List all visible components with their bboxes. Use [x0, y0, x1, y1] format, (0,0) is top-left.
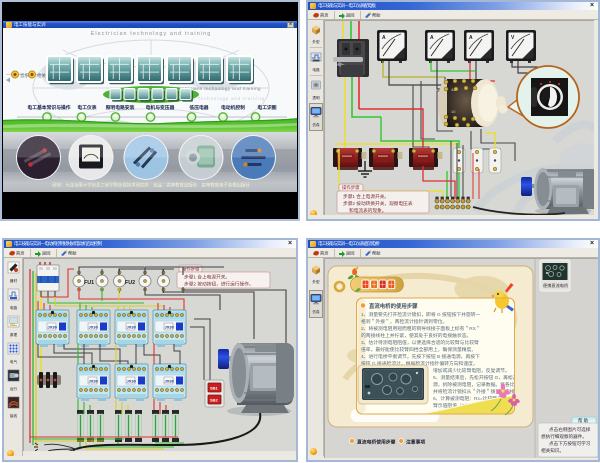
svg-text:Electrician technology and tra: Electrician technology and training	[91, 31, 212, 37]
svg-text:FU2: FU2	[125, 280, 135, 286]
svg-text:步骤2 按动按钮，进行运行操作。: 步骤2 按动按钮，进行运行操作。	[184, 281, 254, 288]
svg-text:步骤1 合上电源开关。: 步骤1 合上电源开关。	[184, 274, 230, 281]
svg-text:倍率，最好能使比较臂四挡全部用上，确保测量精度。: 倍率，最好能使比较臂四挡全部用上，确保测量精度。	[361, 346, 476, 353]
svg-text:JX30: JX30	[89, 325, 99, 330]
svg-text:10: 10	[451, 109, 456, 114]
svg-text:操作步骤: 操作步骤	[342, 184, 360, 191]
svg-text:A: A	[430, 35, 434, 41]
svg-text:操作步骤: 操作步骤	[182, 265, 200, 272]
svg-text:研制：大连海事大学信息工程学院信息技术研究所 出品：高等教育: 研制：大连海事大学信息工程学院信息技术研究所 出品：高等教育出版社 高等教育电子…	[52, 182, 250, 189]
svg-text:42: 42	[451, 87, 456, 92]
svg-text:电工基本常识与操作: 电工基本常识与操作	[27, 104, 70, 111]
svg-text:注意事项: 注意事项	[406, 439, 425, 446]
svg-text:并将检流计锁扣从＂外接＂拨到＂内接＂。: 并将检流计锁扣从＂外接＂拨到＂内接＂。	[433, 388, 524, 395]
svg-text:相关知识。: 相关知识。	[541, 447, 564, 454]
svg-text:SB2: SB2	[210, 398, 219, 403]
svg-text:便携直流电桥: 便携直流电桥	[543, 282, 569, 289]
svg-text:JX30: JX30	[89, 379, 99, 384]
svg-text:JX30: JX30	[127, 379, 137, 384]
svg-text:点击下方按钮可学习: 点击下方按钮可学习	[549, 440, 591, 447]
svg-text:2、将被测电阻用短而粗的铜导线接于面板上标有＂RX＂: 2、将被测电阻用短而粗的铜导线接于面板上标有＂RX＂	[361, 325, 481, 332]
svg-text:和电流表的现象。: 和电流表的现象。	[349, 207, 387, 214]
svg-text:JX30: JX30	[165, 325, 175, 330]
svg-text:点击右侧图片可选择: 点击右侧图片可选择	[549, 426, 591, 433]
svg-text:步骤1 合上电源开关。: 步骤1 合上电源开关。	[343, 193, 389, 200]
svg-text:直流电桥使用步骤: 直流电桥使用步骤	[357, 439, 396, 446]
svg-text:步骤2 按动转换开关，观察电压表: 步骤2 按动转换开关，观察电压表	[343, 200, 413, 207]
svg-text:JX30: JX30	[127, 325, 137, 330]
svg-text:3、估计待测电阻阻值，以便选择合适的比较臂与比较臂: 3、估计待测电阻阻值，以便选择合适的比较臂与比较臂	[361, 339, 479, 346]
svg-text:想执行细观察的器件。: 想执行细观察的器件。	[541, 433, 587, 440]
svg-text:音乐: 音乐	[20, 72, 29, 79]
svg-text:照明电路安装: 照明电路安装	[106, 104, 135, 111]
svg-text:电动机控制: 电动机控制	[221, 104, 245, 111]
svg-text:A: A	[382, 35, 386, 41]
svg-text:格到＂外接＂，两检流计指针调到零位。: 格到＂外接＂，两检流计指针调到零位。	[361, 318, 447, 325]
svg-text:低压电器: 低压电器	[188, 104, 208, 111]
svg-text:增加或减少比较臂电阻，反复调节。: 增加或减少比较臂电阻，反复调节。	[433, 367, 510, 374]
svg-text:JX30: JX30	[48, 325, 58, 330]
svg-text:FU1: FU1	[84, 280, 94, 286]
svg-text:直流电桥的使用步骤: 直流电桥的使用步骤	[369, 302, 418, 310]
svg-text:4、进行电桥平衡调节。先按下按钮 B 接通电源，再按下: 4、进行电桥平衡调节。先按下按钮 B 接通电源，再按下	[361, 353, 480, 360]
svg-text:电工识图: 电工识图	[257, 104, 276, 111]
svg-text:电机与变压器: 电机与变压器	[146, 104, 175, 111]
svg-text:电工仪表: 电工仪表	[77, 104, 96, 111]
svg-text:1、测量要先打开检流计锁扣，即将 G 按钮按下并旋转一: 1、测量要先打开检流计锁扣，即将 G 按钮按下并旋转一	[361, 311, 481, 318]
svg-text:SB1: SB1	[210, 386, 219, 391]
svg-text:的两接线柱上并拧紧，使其处于良好的电接触状态。: 的两接线柱上并拧紧，使其处于良好的电接触状态。	[361, 332, 471, 339]
svg-text:JX30: JX30	[165, 379, 175, 384]
svg-text:A: A	[469, 35, 473, 41]
